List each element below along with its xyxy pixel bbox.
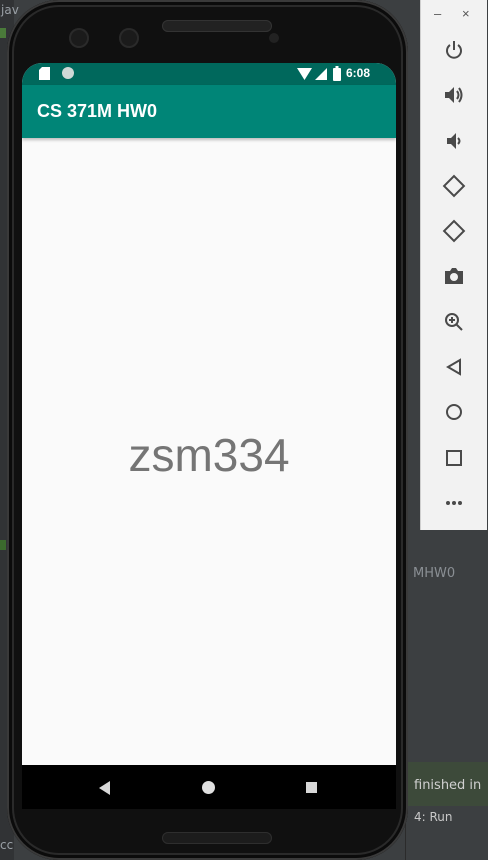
- overview-square-icon: [446, 450, 462, 466]
- front-sensor: [119, 28, 139, 48]
- nav-back-button[interactable]: [99, 781, 111, 795]
- battery-icon: [333, 66, 341, 81]
- sync-circle-icon: [62, 67, 74, 79]
- ide-fragment-bottom: cc: [0, 838, 14, 852]
- proximity-sensor: [269, 33, 279, 43]
- wifi-icon: [297, 68, 312, 80]
- status-time: 6:08: [346, 66, 371, 80]
- back-button[interactable]: [440, 353, 468, 381]
- home-button[interactable]: [440, 398, 468, 426]
- main-content: zsm334: [22, 138, 396, 765]
- ide-marker: [0, 540, 6, 550]
- zoom-icon: [445, 313, 463, 331]
- zoom-button[interactable]: [440, 308, 468, 336]
- device-screen[interactable]: 6:08 CS 371M HW0 zsm334: [22, 63, 396, 809]
- more-dots-icon: [446, 501, 462, 505]
- earpiece: [162, 20, 272, 32]
- emulator-toolbar: – ×: [420, 0, 487, 530]
- minimize-button[interactable]: –: [434, 6, 441, 21]
- main-text: zsm334: [128, 429, 290, 481]
- overview-button[interactable]: [440, 444, 468, 472]
- volume-down-icon: [447, 133, 461, 149]
- sd-card-icon: [39, 67, 50, 80]
- ide-status-banner: finished in: [408, 762, 488, 806]
- power-icon: [446, 41, 462, 59]
- front-camera: [69, 28, 89, 48]
- volume-down-button[interactable]: [440, 127, 468, 155]
- more-button[interactable]: [440, 489, 468, 517]
- rotate-left-icon: [442, 174, 466, 198]
- rotate-right-button[interactable]: [440, 217, 468, 245]
- screenshot-button[interactable]: [440, 262, 468, 290]
- nav-home-button[interactable]: [202, 781, 215, 794]
- volume-up-button[interactable]: [440, 81, 468, 109]
- volume-up-icon: [445, 87, 463, 103]
- device-frame: 6:08 CS 371M HW0 zsm334: [7, 0, 408, 860]
- ide-fragment-top: jav: [1, 3, 19, 17]
- ide-marker: [0, 28, 6, 38]
- bottom-speaker: [162, 832, 272, 844]
- signal-icon: [315, 68, 327, 80]
- app-title: CS 371M HW0: [37, 101, 158, 121]
- power-button[interactable]: [440, 36, 468, 64]
- nav-overview-button[interactable]: [306, 782, 317, 793]
- rotate-right-icon: [442, 219, 466, 243]
- camera-icon: [445, 268, 463, 284]
- app-bar: CS 371M HW0: [22, 85, 396, 138]
- status-bar: 6:08: [22, 63, 396, 85]
- ide-status-text: finished in: [414, 778, 482, 793]
- close-button[interactable]: ×: [462, 6, 470, 21]
- ide-run-tab[interactable]: 4: Run: [414, 810, 453, 824]
- ide-module-label: MHW0: [413, 566, 456, 581]
- back-triangle-icon: [446, 358, 461, 376]
- rotate-left-button[interactable]: [440, 172, 468, 200]
- home-circle-icon: [446, 404, 462, 420]
- navigation-bar: [22, 765, 396, 809]
